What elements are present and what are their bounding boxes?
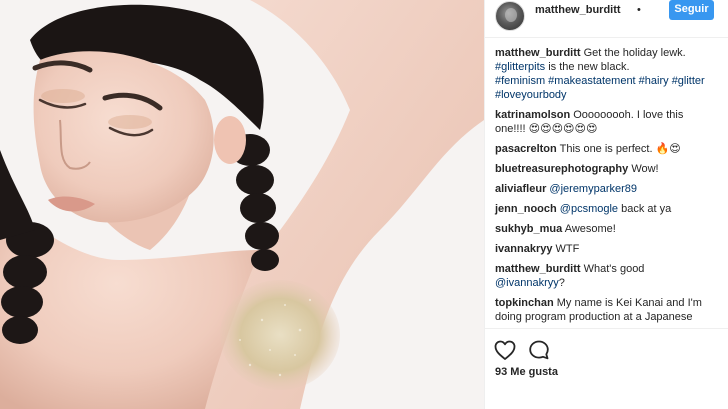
separator-dot: • bbox=[637, 4, 641, 16]
comment-author[interactable]: topkinchan bbox=[495, 297, 554, 309]
actions-divider bbox=[485, 328, 728, 329]
comment-text: WTF bbox=[555, 243, 580, 255]
comment-item: aliviafleur @jeremyparker89 bbox=[495, 182, 715, 196]
likes-count[interactable]: 93 Me gusta bbox=[495, 366, 558, 378]
comments-list[interactable]: matthew_burditt Get the holiday lewk. #g… bbox=[485, 39, 728, 323]
comment-text: back at ya bbox=[621, 203, 672, 215]
comment-text: What's good bbox=[583, 263, 645, 275]
comment-author[interactable]: bluetreasurephotography bbox=[495, 163, 628, 175]
comment-author[interactable]: pasacrelton bbox=[495, 143, 557, 155]
comment-item: pasacrelton This one is perfect. 🔥😍 bbox=[495, 142, 715, 156]
comment-item: topkinchan My name is Kei Kanai and I'm … bbox=[495, 296, 715, 323]
post-photo[interactable] bbox=[0, 0, 484, 409]
comment-author[interactable]: matthew_burditt bbox=[495, 263, 581, 275]
comment-mention[interactable]: @jeremyparker89 bbox=[549, 183, 637, 195]
post-side-panel: matthew_burditt • Seguir matthew_burditt… bbox=[484, 0, 728, 409]
heart-icon[interactable] bbox=[493, 338, 517, 362]
comment-text: This one is perfect. 🔥😍 bbox=[559, 143, 681, 155]
comment-mention[interactable]: @pcsmogle bbox=[560, 203, 618, 215]
model-photo-illustration bbox=[0, 0, 484, 409]
comment-item: matthew_burditt What's good @ivannakryy? bbox=[495, 262, 715, 290]
follow-button[interactable]: Seguir bbox=[669, 0, 714, 20]
comment-mention[interactable]: @ivannakryy bbox=[495, 277, 559, 289]
comment-item: katrinamolson Ooooooooh. I love this one… bbox=[495, 108, 715, 136]
comment-text: Awesome! bbox=[564, 223, 616, 235]
author-avatar[interactable] bbox=[495, 1, 525, 31]
comment-author[interactable]: katrinamolson bbox=[495, 109, 570, 121]
comment-item: jenn_nooch @pcsmogle back at ya bbox=[495, 202, 715, 216]
caption-author[interactable]: matthew_burditt bbox=[495, 47, 581, 59]
caption-hashtags[interactable]: #feminism #makeastatement #hairy #glitte… bbox=[495, 75, 705, 101]
comment-item: ivannakryy WTF bbox=[495, 242, 715, 256]
comment-author[interactable]: aliviafleur bbox=[495, 183, 546, 195]
comment-text-suffix: ? bbox=[558, 277, 565, 289]
comment-item: bluetreasurephotography Wow! bbox=[495, 162, 715, 176]
comment-author[interactable]: sukhyb_mua bbox=[495, 223, 562, 235]
comment-text: Wow! bbox=[631, 163, 659, 175]
comment-author[interactable]: jenn_nooch bbox=[495, 203, 557, 215]
caption-hashtag[interactable]: #glitterpits bbox=[495, 61, 545, 73]
author-username[interactable]: matthew_burditt bbox=[535, 4, 621, 16]
comment-author[interactable]: ivannakryy bbox=[495, 243, 552, 255]
post-header: matthew_burditt • Seguir bbox=[485, 0, 728, 38]
caption: matthew_burditt Get the holiday lewk. #g… bbox=[495, 46, 715, 102]
caption-text: Get the holiday lewk. bbox=[583, 47, 686, 59]
comment-item: sukhyb_mua Awesome! bbox=[495, 222, 715, 236]
comment-icon[interactable] bbox=[527, 338, 551, 362]
caption-text-2: is the new black. bbox=[548, 61, 630, 73]
